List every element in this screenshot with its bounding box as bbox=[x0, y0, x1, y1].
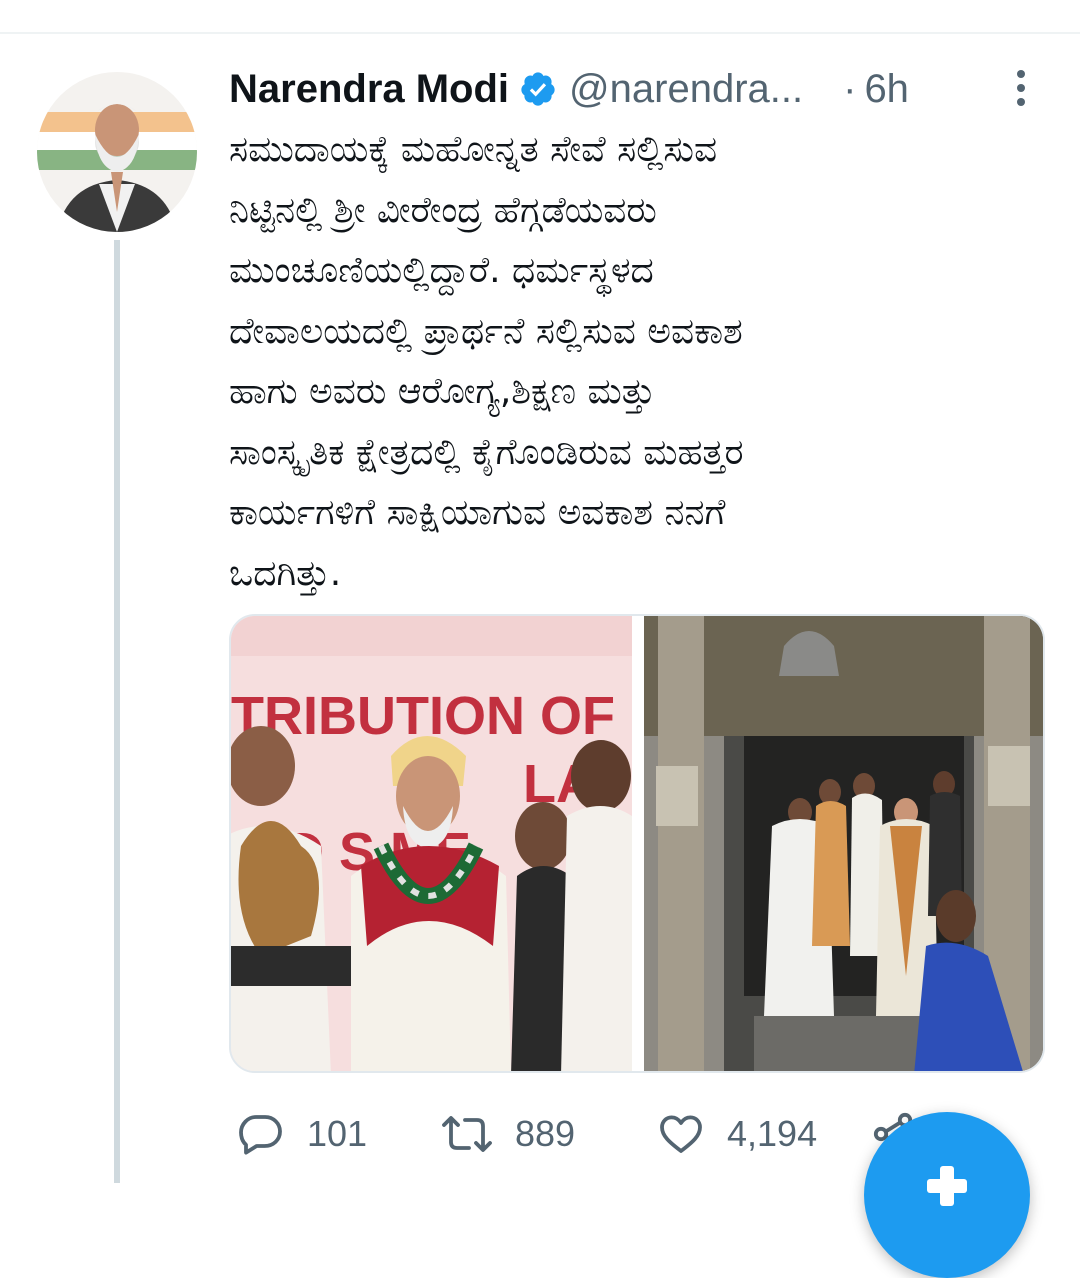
photo-temple-visit[interactable] bbox=[644, 616, 1045, 1073]
reply-icon bbox=[239, 1115, 282, 1155]
tweet-media-grid: TRIBUTION OF 1 LA D S ME bbox=[229, 614, 1045, 1073]
tweet-text-line: ಸಾಂಸ್ಕೃತಿಕ ಕ್ಷೇತ್ರದಲ್ಲಿ ಕೈಗೊಂಡಿರುವ ಮಹತ್ತ… bbox=[229, 431, 744, 473]
tweet-text-line: ದೇವಾಲಯದಲ್ಲಿ ಪ್ರಾರ್ಥನೆ ಸಲ್ಲಿಸುವ ಅವಕಾಶ bbox=[229, 310, 743, 352]
photo-award-ceremony[interactable]: TRIBUTION OF 1 LA D S ME bbox=[231, 616, 632, 1073]
top-divider bbox=[0, 32, 1080, 34]
tweet-text-line: ಹಾಗು ಅವರು ಆರೋಗ್ಯ,ಶಿಕ್ಷಣ ಮತ್ತು bbox=[229, 371, 656, 412]
plus-icon-horizontal bbox=[927, 1179, 967, 1193]
retweet-icon bbox=[442, 1116, 492, 1152]
author-display-name[interactable]: Narendra Modi bbox=[229, 67, 509, 112]
like-count: 4,194 bbox=[727, 1113, 818, 1154]
author-handle[interactable]: @narendra... bbox=[569, 67, 803, 112]
heart-icon bbox=[660, 1115, 702, 1153]
tweet-text-line: ಒದಗಿತ್ತು. bbox=[229, 552, 342, 594]
thread-line bbox=[114, 240, 120, 1183]
tweet-text-line: ಮುಂಚೂಣಿಯಲ್ಲಿದ್ದಾರೆ. ಧರ್ಮಸ್ಥಳದ bbox=[229, 250, 654, 291]
tweet-timestamp[interactable]: 6h bbox=[864, 67, 909, 112]
reply-count: 101 bbox=[307, 1113, 368, 1154]
more-options-icon[interactable] bbox=[1014, 68, 1028, 108]
author-avatar[interactable] bbox=[37, 72, 197, 232]
verified-badge-icon bbox=[521, 72, 555, 106]
compose-tweet-button[interactable] bbox=[864, 1112, 1030, 1278]
retweet-button[interactable]: 889 bbox=[441, 1104, 575, 1164]
tweet-text-line: ಸಮುದಾಯಕ್ಕೆ ಮಹೋನ್ನತ ಸೇವೆ ಸಲ್ಲಿಸುವ bbox=[229, 129, 718, 170]
tweet-text: ಸಮುದಾಯಕ್ಕೆ ಮಹೋನ್ನತ ಸೇವೆ ಸಲ್ಲಿಸುವ ನಿಟ್ಟಿನ… bbox=[229, 120, 1029, 604]
time-separator: · bbox=[843, 66, 857, 111]
tweet-text-line: ನಿಟ್ಟಿನಲ್ಲಿ ಶ್ರೀ ವೀರೇಂದ್ರ ಹೆಗ್ಗಡೆಯವರು bbox=[229, 189, 657, 231]
avatar-photo-icon bbox=[37, 72, 197, 232]
tweet-text-line: ಕಾರ್ಯಗಳಿಗೆ ಸಾಕ್ಷಿಯಾಗುವ ಅವಕಾಶ ನನಗೆ bbox=[229, 492, 726, 533]
tweet-header: Narendra Modi @narendra... · 6h bbox=[229, 62, 1059, 116]
reply-button[interactable]: 101 bbox=[237, 1104, 367, 1164]
like-button[interactable]: 4,194 bbox=[657, 1104, 817, 1164]
retweet-count: 889 bbox=[515, 1113, 576, 1154]
